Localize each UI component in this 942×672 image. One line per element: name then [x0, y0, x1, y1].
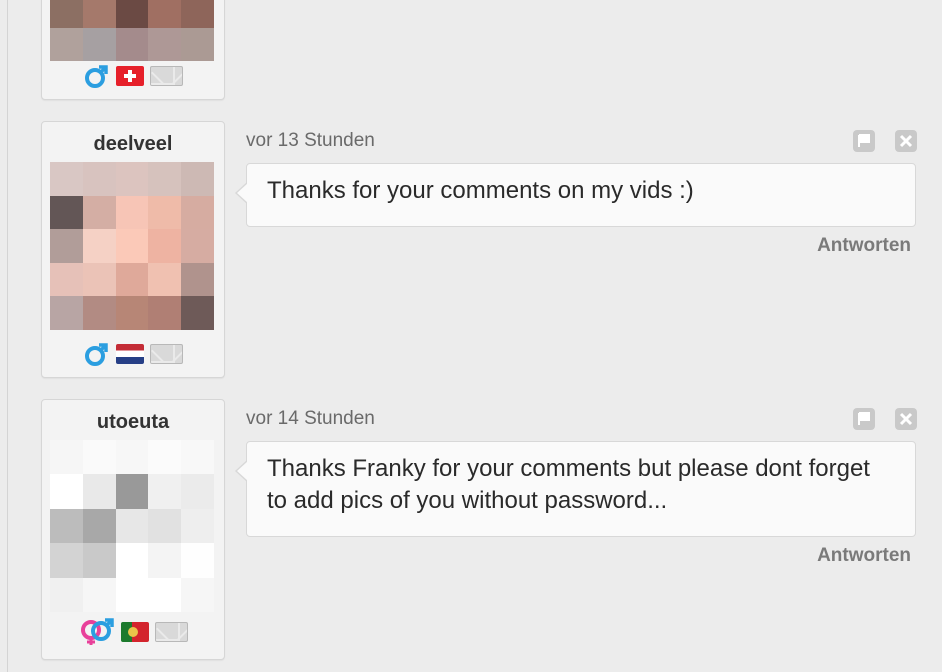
envelope-icon[interactable]	[154, 622, 188, 642]
male-female-symbol-icon	[80, 618, 114, 645]
flag-report-icon[interactable]	[853, 408, 875, 430]
close-x-icon[interactable]	[895, 408, 917, 430]
user-card: utoeuta	[41, 399, 225, 660]
left-divider	[7, 0, 8, 672]
comment-bubble: Thanks Franky for your comments but plea…	[235, 441, 916, 537]
avatar-pixelated[interactable]	[50, 0, 214, 61]
timestamp: vor 13 Stunden	[246, 130, 375, 151]
comment-bubble: Thanks for your comments on my vids :)	[235, 163, 916, 227]
envelope-icon[interactable]	[149, 66, 183, 86]
flag-report-icon[interactable]	[853, 130, 875, 152]
timestamp: vor 14 Stunden	[246, 408, 375, 429]
comment-text: Thanks for your comments on my vids :)	[267, 177, 694, 204]
user-icons	[42, 341, 224, 367]
comment-text: Thanks Franky for your comments but plea…	[267, 455, 870, 514]
male-symbol-icon	[84, 65, 108, 88]
username[interactable]: utoeuta	[42, 411, 224, 434]
user-card-top	[41, 0, 225, 100]
username[interactable]: deelveel	[42, 133, 224, 156]
comment: vor 14 Stunden Thanks Franky for your co…	[235, 406, 917, 576]
user-icons	[42, 63, 224, 89]
avatar-pixelated[interactable]	[50, 440, 214, 612]
portugal-flag-icon	[120, 622, 149, 642]
comment: vor 13 Stunden Thanks for your comments …	[235, 128, 917, 258]
switzerland-flag-icon	[115, 66, 144, 86]
reply-link[interactable]: Antworten	[817, 235, 911, 257]
close-x-icon[interactable]	[895, 130, 917, 152]
user-card: deelveel	[41, 121, 225, 378]
avatar-pixelated[interactable]	[50, 162, 214, 330]
envelope-icon[interactable]	[149, 344, 183, 364]
reply-link[interactable]: Antworten	[817, 545, 911, 567]
netherlands-flag-icon	[115, 344, 144, 364]
user-icons	[42, 618, 224, 645]
male-symbol-icon	[84, 343, 108, 366]
